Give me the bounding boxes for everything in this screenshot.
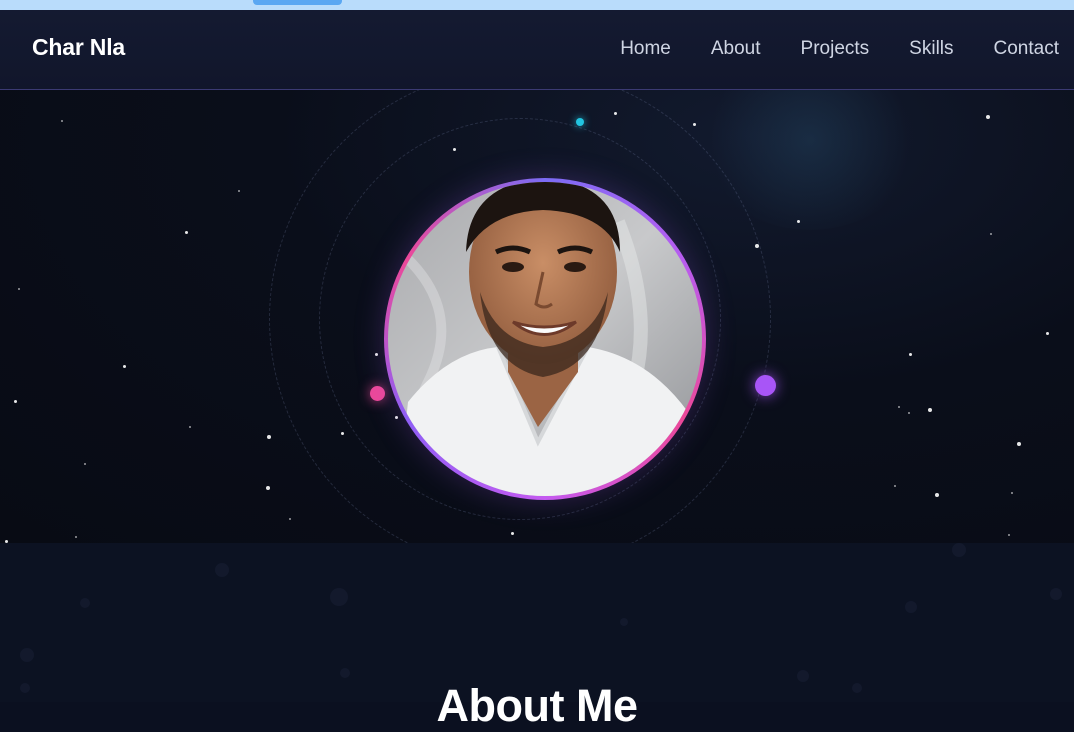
particle	[952, 543, 966, 557]
star	[289, 518, 291, 520]
star	[61, 120, 63, 122]
avatar-gradient-ring	[384, 178, 706, 500]
star	[986, 115, 990, 119]
browser-top-strip	[0, 0, 1074, 10]
particle	[340, 668, 350, 678]
star	[908, 412, 910, 414]
nav-link-projects[interactable]: Projects	[801, 38, 870, 60]
particle	[20, 648, 34, 662]
particle	[620, 618, 628, 626]
star	[928, 408, 932, 412]
particle	[215, 563, 229, 577]
star	[238, 190, 240, 192]
orbit-dot-cyan	[576, 118, 584, 126]
star	[935, 493, 939, 497]
star	[1008, 534, 1010, 536]
star	[1046, 332, 1049, 335]
star	[75, 536, 77, 538]
star	[909, 353, 912, 356]
particle	[905, 601, 917, 613]
nav-link-skills[interactable]: Skills	[909, 38, 953, 60]
hero-section	[0, 90, 1074, 543]
profile-avatar	[388, 182, 702, 496]
star	[990, 233, 992, 235]
nav-link-about[interactable]: About	[711, 38, 761, 60]
star	[18, 288, 20, 290]
about-heading: About Me	[436, 680, 638, 732]
star	[14, 400, 17, 403]
star	[189, 426, 191, 428]
about-section: About Me	[0, 543, 1074, 731]
star	[1017, 442, 1021, 446]
nav-menu: Home About Projects Skills Contact	[620, 38, 1059, 60]
star	[267, 435, 271, 439]
star	[797, 220, 800, 223]
star	[185, 231, 188, 234]
brand-logo[interactable]: Char Nla	[32, 34, 125, 61]
star	[898, 406, 900, 408]
particle	[330, 588, 348, 606]
star	[123, 365, 126, 368]
profile-photo-illustration	[388, 182, 702, 496]
navbar: Char Nla Home About Projects Skills Cont…	[0, 10, 1074, 90]
nav-link-contact[interactable]: Contact	[994, 38, 1059, 60]
browser-tab-indicator[interactable]	[253, 0, 342, 5]
star	[693, 123, 696, 126]
star	[1011, 492, 1013, 494]
particle	[1050, 588, 1062, 600]
orbit-dot-pink	[370, 386, 385, 401]
star	[266, 486, 270, 490]
nav-link-home[interactable]: Home	[620, 38, 671, 60]
orbit-dot-purple	[755, 375, 776, 396]
star	[84, 463, 86, 465]
star	[894, 485, 896, 487]
particle	[80, 598, 90, 608]
